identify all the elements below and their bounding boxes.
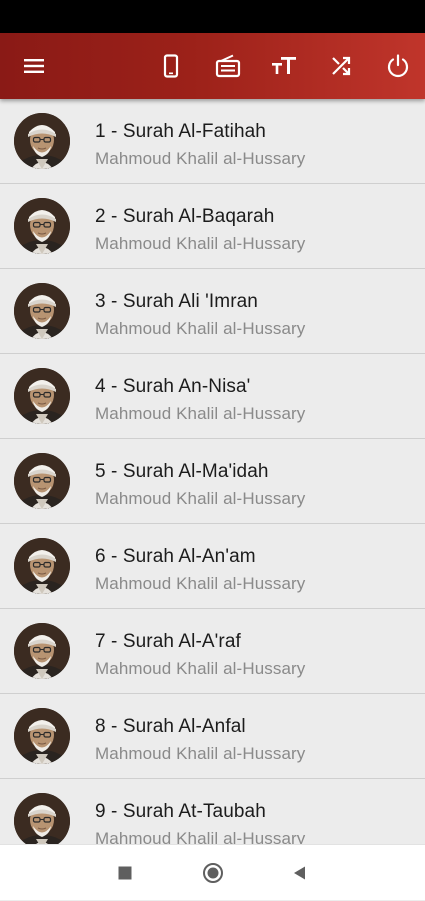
text-size-icon (272, 57, 296, 74)
text-size-button[interactable] (262, 33, 306, 99)
app-bar (0, 33, 425, 99)
phone-icon (163, 54, 179, 78)
surah-title: 2 - Surah Al-Baqarah (95, 206, 275, 227)
reciter-avatar-image (14, 793, 70, 844)
reciter-name: Mahmoud Khalil al-Hussary (95, 659, 306, 678)
reciter-avatar (14, 453, 70, 509)
surah-title: 6 - Surah Al-An'am (95, 546, 256, 567)
system-nav-bar (0, 844, 425, 900)
shuffle-button[interactable] (319, 33, 363, 99)
reciter-avatar (14, 198, 70, 254)
surah-title: 3 - Surah Ali 'Imran (95, 291, 258, 312)
surah-list[interactable]: 1 - Surah Al-Fatihah Mahmoud Khalil al-Hu… (0, 99, 425, 844)
surah-list-item[interactable]: 4 - Surah An-Nisa' Mahmoud Khalil al-Huss… (0, 354, 425, 439)
reciter-avatar-image (14, 538, 70, 594)
reciter-name: Mahmoud Khalil al-Hussary (95, 149, 306, 168)
reciter-avatar-image (14, 368, 70, 424)
reciter-name: Mahmoud Khalil al-Hussary (95, 319, 306, 338)
power-button[interactable] (376, 33, 420, 99)
surah-list-item[interactable]: 7 - Surah Al-A'raf Mahmoud Khalil al-Huss… (0, 609, 425, 694)
surah-list-item[interactable]: 3 - Surah Ali 'Imran Mahmoud Khalil al-Hu… (0, 269, 425, 354)
reciter-name: Mahmoud Khalil al-Hussary (95, 829, 306, 844)
reciter-name: Mahmoud Khalil al-Hussary (95, 744, 306, 763)
radio-button[interactable] (206, 33, 250, 99)
home-button[interactable] (191, 845, 235, 901)
surah-title: 7 - Surah Al-A'raf (95, 631, 241, 652)
recents-button[interactable] (103, 845, 147, 901)
shuffle-icon (332, 56, 351, 76)
surah-list-item[interactable]: 8 - Surah Al-Anfal Mahmoud Khalil al-Huss… (0, 694, 425, 779)
reciter-avatar (14, 283, 70, 339)
reciter-avatar (14, 113, 70, 169)
menu-button[interactable] (12, 33, 56, 99)
reciter-avatar (14, 708, 70, 764)
surah-list-item[interactable]: 5 - Surah Al-Ma'idah Mahmoud Khalil al-Hu… (0, 439, 425, 524)
reciter-avatar-image (14, 708, 70, 764)
surah-list-item[interactable]: 2 - Surah Al-Baqarah Mahmoud Khalil al-Hu… (0, 184, 425, 269)
power-icon (387, 54, 409, 78)
surah-title: 1 - Surah Al-Fatihah (95, 121, 266, 142)
surah-title: 5 - Surah Al-Ma'idah (95, 461, 269, 482)
surah-title: 9 - Surah At-Taubah (95, 801, 266, 822)
reciter-avatar (14, 368, 70, 424)
circle-icon (203, 863, 223, 883)
surah-list-item[interactable]: 9 - Surah At-Taubah Mahmoud Khalil al-Hus… (0, 779, 425, 844)
triangle-back-icon (294, 866, 305, 880)
reciter-avatar-image (14, 283, 70, 339)
phone-button[interactable] (149, 33, 193, 99)
reciter-name: Mahmoud Khalil al-Hussary (95, 574, 306, 593)
reciter-avatar (14, 793, 70, 844)
reciter-name: Mahmoud Khalil al-Hussary (95, 489, 306, 508)
status-bar (0, 0, 425, 33)
reciter-name: Mahmoud Khalil al-Hussary (95, 234, 306, 253)
reciter-name: Mahmoud Khalil al-Hussary (95, 404, 306, 423)
back-button[interactable] (277, 845, 321, 901)
surah-title: 8 - Surah Al-Anfal (95, 716, 246, 737)
surah-list-item[interactable]: 1 - Surah Al-Fatihah Mahmoud Khalil al-Hu… (0, 99, 425, 184)
surah-title: 4 - Surah An-Nisa' (95, 376, 251, 397)
reciter-avatar-image (14, 113, 70, 169)
surah-list-item[interactable]: 6 - Surah Al-An'am Mahmoud Khalil al-Huss… (0, 524, 425, 609)
menu-icon (24, 59, 44, 73)
radio-icon (215, 54, 241, 78)
square-icon (118, 866, 132, 880)
reciter-avatar-image (14, 453, 70, 509)
reciter-avatar-image (14, 198, 70, 254)
reciter-avatar-image (14, 623, 70, 679)
reciter-avatar (14, 538, 70, 594)
reciter-avatar (14, 623, 70, 679)
